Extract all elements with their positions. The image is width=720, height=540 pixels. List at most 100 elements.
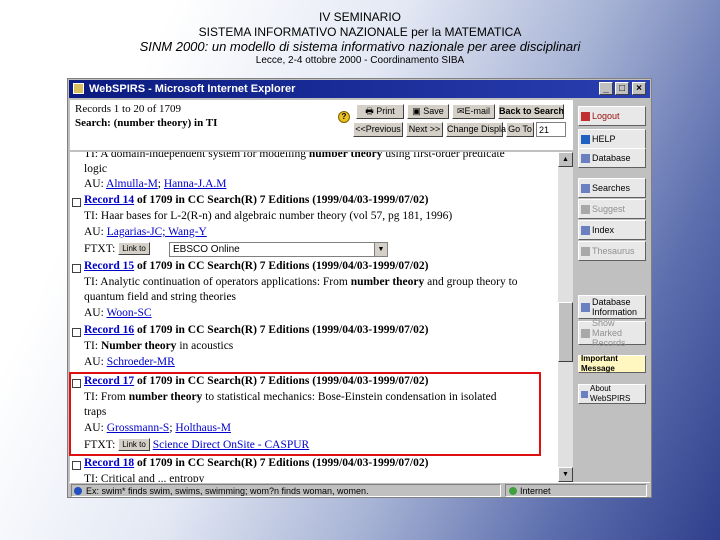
record-15-header: Record 15 of 1709 in CC Search(R) 7 Edit… bbox=[84, 260, 428, 272]
previous-button[interactable]: <<Previous bbox=[353, 122, 403, 137]
database-information-label: Database Information bbox=[592, 297, 638, 317]
save-button[interactable]: ▣ Save bbox=[407, 104, 449, 119]
goto-input[interactable] bbox=[536, 122, 566, 137]
index-label: Index bbox=[592, 225, 615, 235]
au-prefix: AU: bbox=[84, 226, 107, 238]
suggest-button[interactable]: Suggest bbox=[578, 199, 646, 219]
logout-label: Logout bbox=[592, 111, 620, 121]
scroll-up-icon[interactable]: ▲ bbox=[558, 152, 573, 167]
record-13-authors: AU: Almulla-M; Hanna-J.A.M bbox=[84, 178, 227, 190]
database-icon bbox=[581, 153, 590, 163]
goto-button[interactable]: Go To bbox=[506, 122, 534, 137]
show-marked-records-button[interactable]: Show Marked Records bbox=[578, 318, 646, 348]
link-to-button[interactable]: Link to bbox=[118, 242, 150, 255]
window-title: WebSPIRS - Microsoft Internet Explorer bbox=[89, 83, 296, 95]
record-13-title-cont: logic bbox=[84, 163, 107, 175]
window-titlebar[interactable]: WebSPIRS - Microsoft Internet Explorer _… bbox=[69, 80, 650, 98]
info-icon bbox=[581, 302, 590, 312]
email-icon: ✉ bbox=[456, 106, 465, 116]
status-text: Ex: swim* finds swim, swims, swimming; w… bbox=[86, 486, 369, 496]
record-15-authors: AU: Woon-SC bbox=[84, 307, 152, 319]
title-text: and group theory to bbox=[424, 276, 518, 288]
status-zone: Internet bbox=[505, 484, 647, 497]
index-button[interactable]: Index bbox=[578, 220, 646, 240]
print-button[interactable]: 🖶 Print bbox=[356, 104, 404, 119]
next-button[interactable]: Next >> bbox=[406, 122, 443, 137]
dropdown-arrow-icon: ▼ bbox=[374, 243, 387, 256]
thesaurus-icon bbox=[581, 246, 590, 256]
seminar-theme: SINM 2000: un modello di sistema informa… bbox=[139, 39, 581, 54]
zone-text: Internet bbox=[520, 486, 551, 496]
record-link-16[interactable]: Record 16 bbox=[84, 324, 134, 336]
email-button[interactable]: ✉E-mail bbox=[452, 104, 495, 119]
record-link-15[interactable]: Record 15 bbox=[84, 260, 134, 272]
mark-checkbox-18[interactable] bbox=[72, 461, 81, 470]
scroll-thumb[interactable] bbox=[558, 302, 573, 362]
important-message-button[interactable]: Important Message bbox=[578, 354, 646, 373]
record-link-18[interactable]: Record 18 bbox=[84, 457, 134, 469]
back-to-search-button[interactable]: Back to Search bbox=[498, 104, 564, 119]
sidebar-nav: Logout HELP Database Searches Suggest In… bbox=[576, 100, 651, 482]
author-link[interactable]: Hanna-J.A.M bbox=[164, 178, 227, 190]
title-highlight: Number theory bbox=[100, 340, 177, 352]
mark-checkbox-16[interactable] bbox=[72, 328, 81, 337]
author-link[interactable]: Lagarias-JC; Wang-Y bbox=[107, 226, 207, 238]
record-16-authors: AU: Schroeder-MR bbox=[84, 356, 175, 368]
author-link[interactable]: Woon-SC bbox=[106, 307, 151, 319]
database-button[interactable]: Database bbox=[578, 148, 646, 168]
show-marked-records-label: Show Marked Records bbox=[592, 318, 626, 348]
database-information-button[interactable]: Database Information bbox=[578, 295, 646, 319]
title-text: in acoustics bbox=[176, 340, 234, 352]
suggest-icon bbox=[581, 204, 590, 214]
record-15-title-cont: quantum field and string theories bbox=[84, 291, 237, 303]
title-highlight: number theory bbox=[350, 276, 425, 288]
help-icon bbox=[581, 134, 590, 144]
help-button[interactable]: HELP bbox=[578, 129, 646, 149]
maximize-button[interactable]: □ bbox=[615, 82, 629, 95]
results-scrollbar[interactable]: ▲ ▼ bbox=[558, 152, 573, 482]
print-label: Print bbox=[376, 106, 395, 116]
seminar-title: IV SEMINARIO bbox=[318, 10, 401, 24]
record-link-14[interactable]: Record 14 bbox=[84, 194, 134, 206]
searches-button[interactable]: Searches bbox=[578, 178, 646, 198]
records-count: Records 1 to 20 of 1709 bbox=[75, 103, 182, 115]
record-info: of 1709 in CC Search(R) 7 Editions (1999… bbox=[134, 194, 429, 206]
fulltext-source-select[interactable]: EBSCO Online ▼ bbox=[169, 242, 388, 257]
thesaurus-button[interactable]: Thesaurus bbox=[578, 241, 646, 261]
search-query: Search: (number theory) in TI bbox=[75, 117, 218, 129]
record-info: of 1709 in CC Search(R) 7 Editions (1999… bbox=[134, 457, 429, 469]
author-link[interactable]: Schroeder-MR bbox=[107, 356, 175, 368]
searches-icon bbox=[581, 183, 590, 193]
minimize-button[interactable]: _ bbox=[599, 82, 613, 95]
print-icon: 🖶 bbox=[365, 106, 374, 116]
author-link[interactable]: Almulla-M bbox=[106, 178, 158, 190]
page-icon bbox=[74, 487, 82, 495]
about-webspirs-button[interactable]: About WebSPIRS bbox=[578, 384, 646, 404]
logout-button[interactable]: Logout bbox=[578, 106, 646, 126]
record-13-title: TI: A domain-independent system for mode… bbox=[84, 152, 505, 160]
ftxt-label: FTXT: bbox=[84, 243, 116, 255]
record-16-header: Record 16 of 1709 in CC Search(R) 7 Edit… bbox=[84, 324, 428, 336]
change-display-button[interactable]: Change Display bbox=[446, 122, 511, 137]
about-webspirs-label: About WebSPIRS bbox=[590, 384, 631, 403]
save-label: Save bbox=[423, 106, 444, 116]
help-question-icon[interactable]: ? bbox=[338, 111, 350, 123]
seminar-subtitle: SISTEMA INFORMATIVO NAZIONALE per la MAT… bbox=[198, 25, 522, 39]
close-button[interactable]: × bbox=[632, 82, 646, 95]
thesaurus-label: Thesaurus bbox=[592, 246, 635, 256]
record-info: of 1709 in CC Search(R) 7 Editions (1999… bbox=[134, 324, 429, 336]
title-text: TI: bbox=[84, 340, 101, 352]
mark-checkbox-15[interactable] bbox=[72, 264, 81, 273]
title-highlight: number theory bbox=[308, 152, 383, 160]
index-icon bbox=[581, 225, 590, 235]
title-text: TI: Analytic continuation of operators a… bbox=[84, 276, 351, 288]
logout-icon bbox=[581, 111, 590, 121]
record-info: of 1709 in CC Search(R) 7 Editions (1999… bbox=[134, 260, 429, 272]
suggest-label: Suggest bbox=[592, 204, 626, 214]
au-prefix: AU: bbox=[84, 307, 107, 319]
select-value: EBSCO Online bbox=[173, 244, 240, 255]
email-label: E-mail bbox=[464, 106, 491, 116]
scroll-down-icon[interactable]: ▼ bbox=[558, 467, 573, 482]
mark-checkbox-14[interactable] bbox=[72, 198, 81, 207]
au-prefix: AU: bbox=[84, 356, 107, 368]
